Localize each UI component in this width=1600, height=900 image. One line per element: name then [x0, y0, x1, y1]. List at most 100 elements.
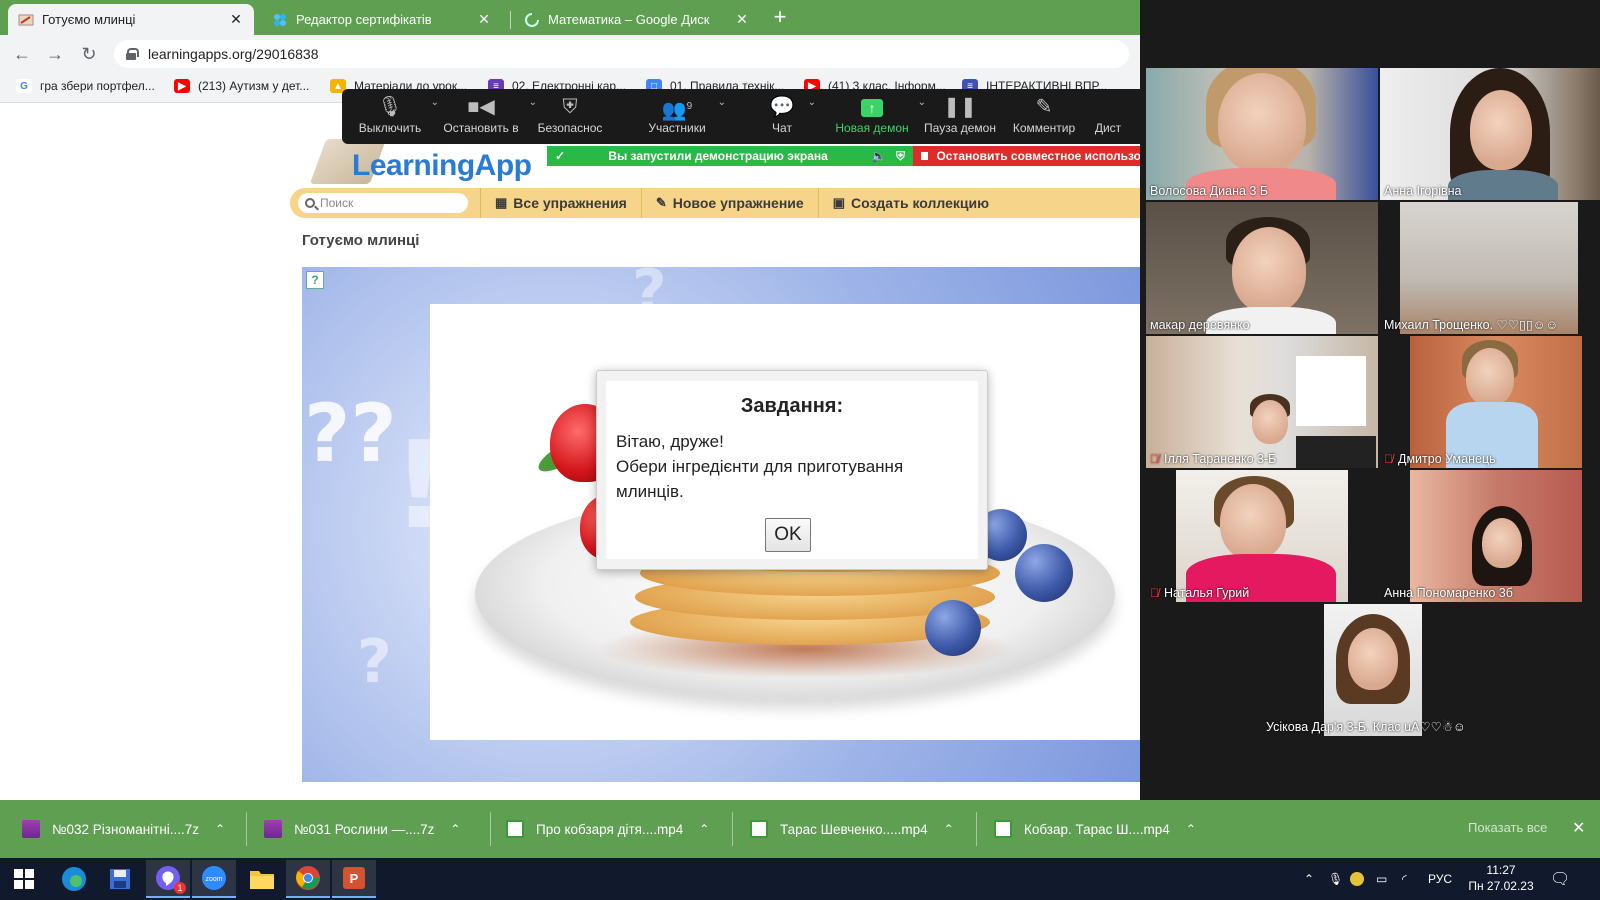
forward-arrow-icon[interactable]: →	[43, 43, 67, 67]
participant-tile[interactable]: Михаил Трощенко. ♡♡▯▯☺☺	[1380, 202, 1600, 334]
download-item[interactable]: Кобзар. Тарас Ш....mp4 ⌃	[994, 813, 1196, 845]
chat-icon: 💬	[769, 96, 795, 118]
address-bar-row: ← → ↻ learningapps.org/29016838	[0, 35, 1140, 73]
clock-time: 11:27	[1486, 863, 1516, 877]
search-input[interactable]: Поиск	[298, 193, 468, 213]
menu-all-exercises[interactable]: ▦ Все упражнения	[480, 188, 641, 218]
chevron-down-icon[interactable]: ⌄	[718, 97, 726, 108]
new-share-button[interactable]: ↑ Новая демон ⌄	[832, 93, 926, 143]
face-shape	[1470, 90, 1532, 170]
download-label: Кобзар. Тарас Ш....mp4	[1024, 821, 1170, 837]
powerpoint-icon[interactable]: P	[332, 860, 376, 898]
annotate-button[interactable]: ✎ Комментир	[1008, 93, 1080, 143]
microphone-icon: 🎙	[377, 96, 403, 118]
menu-create-collection[interactable]: ▣ Создать коллекцию	[817, 188, 1003, 218]
bookmark-item[interactable]: G гра збери портфел...	[16, 79, 155, 93]
tab-gotuemo-mlyntsi[interactable]: Готуємо млинці ✕	[8, 4, 254, 35]
edge-browser-icon[interactable]	[52, 860, 96, 898]
download-item[interactable]: №032 Різноманітні....7z ⌃	[22, 813, 225, 845]
button-label: Дист	[1094, 121, 1122, 135]
youtube-icon: ▶	[174, 79, 190, 93]
bookmark-item[interactable]: ▶ (213) Аутизм у дет...	[174, 79, 309, 93]
show-hidden-icons[interactable]: ⌃	[1304, 858, 1314, 900]
face-shape	[1220, 484, 1286, 560]
grid-icon: ▦	[495, 195, 508, 210]
back-arrow-icon[interactable]: ←	[10, 43, 34, 67]
download-label: №031 Рослини —....7z	[294, 821, 435, 837]
language-indicator[interactable]: РУС	[1428, 858, 1452, 900]
task-dialog: Завдання: Вітаю, друже! Обери інгредієнт…	[596, 370, 988, 570]
download-item[interactable]: Тарас Шевченко.....mp4 ⌃	[750, 813, 954, 845]
chrome-icon[interactable]	[286, 860, 330, 898]
tab-certificate-editor[interactable]: Редактор сертифікатів ✕	[262, 4, 502, 35]
start-button[interactable]	[2, 860, 46, 898]
microphone-icon[interactable]: 🎙	[1328, 858, 1343, 900]
ok-button[interactable]: OK	[765, 518, 811, 552]
mute-button[interactable]: 🎙 Выключить ⌄	[355, 93, 439, 143]
stop-share-button[interactable]: Остановить совместное использо	[913, 146, 1141, 166]
file-explorer-icon[interactable]	[240, 860, 284, 898]
pause-share-button[interactable]: ❚❚ Пауза демон	[920, 93, 1000, 143]
menu-new-exercise[interactable]: ✎ Новое упражнение	[640, 188, 818, 218]
show-all-downloads-link[interactable]: Показать все	[1468, 820, 1547, 835]
share-screen-icon: ↑	[832, 93, 912, 121]
chevron-up-icon[interactable]: ⌃	[944, 822, 954, 836]
reload-icon[interactable]: ↻	[77, 43, 101, 67]
tab-close-icon[interactable]: ✕	[476, 11, 492, 28]
participants-button[interactable]: 👥9 Участники ⌄	[642, 93, 726, 143]
help-icon[interactable]: ?	[306, 271, 324, 289]
wifi-icon[interactable]: ◜	[1402, 858, 1407, 900]
download-item[interactable]: №031 Рослини —....7z ⌃	[264, 813, 460, 845]
participant-tile[interactable]: 🎙̸ Ілля Тараненко 3-Б	[1146, 336, 1378, 468]
button-label: Безопаснос	[537, 121, 603, 135]
blueberry-illustration	[1015, 544, 1073, 602]
tab-google-drive[interactable]: Математика – Google Диск ✕	[514, 4, 760, 35]
tab-close-icon[interactable]: ✕	[228, 11, 244, 28]
viber-icon[interactable]: 1	[146, 860, 190, 898]
save-disk-icon[interactable]	[98, 860, 142, 898]
chevron-up-icon[interactable]: ⌃	[1186, 822, 1196, 836]
new-tab-button[interactable]: +	[768, 5, 792, 29]
remote-control-button[interactable]: Дист	[1088, 93, 1128, 143]
stop-video-button[interactable]: ■◀ Остановить в ⌄	[439, 93, 537, 143]
menu-label: Создать коллекцию	[850, 195, 990, 211]
pause-icon: ❚❚	[943, 96, 977, 118]
participant-tile[interactable]: 🎙̸ Наталья Гурий	[1146, 470, 1378, 602]
participant-name: Михаил Трощенко. ♡♡▯▯☺☺	[1384, 318, 1559, 332]
action-center-icon[interactable]: 🗨	[1550, 858, 1570, 900]
zoom-icon[interactable]: zoom	[192, 860, 236, 898]
participant-tile[interactable]: макар деревянко	[1146, 202, 1378, 334]
button-label: Остановить в	[443, 121, 519, 135]
security-button[interactable]: ⛨ Безопаснос	[532, 93, 608, 143]
download-item[interactable]: Про кобзаря дітя....mp4 ⌃	[506, 813, 709, 845]
tab-close-icon[interactable]: ✕	[734, 11, 750, 28]
participant-tile[interactable]: Анна Пономаренко 3б	[1380, 470, 1600, 602]
shield-check-icon: ⛨	[895, 148, 905, 163]
participant-tile-active-speaker[interactable]: Анна Ігорівна	[1380, 68, 1600, 200]
chevron-up-icon[interactable]: ⌃	[215, 822, 225, 836]
chevron-up-icon[interactable]: ⌃	[699, 822, 709, 836]
url-field[interactable]: learningapps.org/29016838	[114, 40, 1129, 68]
participant-tile[interactable]: 🎙̸ Дмитро Уманець	[1380, 336, 1600, 468]
url-text: learningapps.org/29016838	[148, 46, 319, 62]
chevron-up-icon[interactable]: ⌃	[450, 822, 460, 836]
muted-microphone-icon: 🎙̸	[1150, 452, 1159, 466]
tab-label: Математика – Google Диск	[548, 12, 710, 27]
participant-tile[interactable]: Усікова Дар'я 3-Б. Клас uA♡♡☃☺	[1254, 604, 1486, 736]
system-clock[interactable]: 11:27 Пн 27.02.23	[1466, 862, 1536, 894]
dialog-greeting: Вітаю, друже!	[616, 432, 724, 451]
security-status-icon[interactable]	[1350, 858, 1364, 900]
loading-spinner-icon	[524, 12, 540, 28]
chevron-down-icon[interactable]: ⌄	[808, 97, 816, 108]
participant-tile[interactable]: Волосова Диана 3 Б	[1146, 68, 1378, 200]
video-file-icon	[994, 820, 1012, 838]
face-shape	[1482, 518, 1522, 568]
close-icon[interactable]: ✕	[1572, 818, 1585, 838]
download-label: Про кобзаря дітя....mp4	[536, 821, 684, 837]
blueberry-illustration	[925, 600, 981, 656]
chevron-down-icon[interactable]: ⌄	[431, 97, 439, 108]
question-mark-decoration: ?	[357, 627, 392, 697]
chat-button[interactable]: 💬 Чат ⌄	[762, 93, 816, 143]
battery-icon[interactable]: ▭	[1376, 858, 1387, 900]
face-shape	[1232, 227, 1306, 313]
